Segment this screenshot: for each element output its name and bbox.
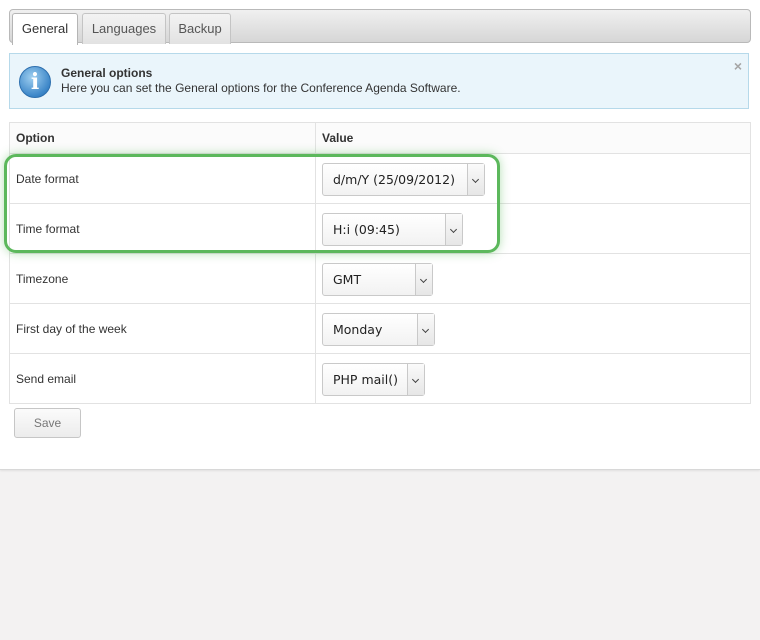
chevron-down-icon[interactable] xyxy=(445,214,462,245)
select-value: Monday xyxy=(333,322,383,337)
info-text: Here you can set the General options for… xyxy=(61,81,461,95)
time-format-select[interactable]: H:i (09:45) xyxy=(322,213,463,246)
option-label: Date format xyxy=(16,171,79,186)
info-title: General options xyxy=(61,66,153,80)
send-email-select[interactable]: PHP mail() xyxy=(322,363,425,396)
info-notification: i General options Here you can set the G… xyxy=(9,53,749,109)
timezone-select[interactable]: GMT xyxy=(322,263,433,296)
option-label: Send email xyxy=(16,371,77,386)
option-label: Timezone xyxy=(16,271,69,286)
tab-bar: General Languages Backup xyxy=(9,9,751,45)
select-value: H:i (09:45) xyxy=(333,222,400,237)
tab-general[interactable]: General xyxy=(12,13,78,45)
chevron-down-icon[interactable] xyxy=(407,364,424,395)
table-row-timezone: Timezone GMT xyxy=(9,254,751,304)
table-row-first-day: First day of the week Monday xyxy=(9,304,751,354)
column-divider xyxy=(315,254,316,303)
column-divider xyxy=(315,354,316,403)
chevron-down-icon[interactable] xyxy=(417,314,434,345)
select-value: GMT xyxy=(333,272,362,287)
table-row-send-email: Send email PHP mail() xyxy=(9,354,751,404)
first-day-select[interactable]: Monday xyxy=(322,313,435,346)
table-row-time-format: Time format H:i (09:45) xyxy=(9,204,751,254)
save-button[interactable]: Save xyxy=(14,408,81,438)
date-format-select[interactable]: d/m/Y (25/09/2012) xyxy=(322,163,485,196)
column-header-value: Value xyxy=(322,131,354,145)
table-header: Option Value xyxy=(9,123,751,154)
select-value: d/m/Y (25/09/2012) xyxy=(333,172,455,187)
select-value: PHP mail() xyxy=(333,372,398,387)
column-header-option: Option xyxy=(16,131,55,145)
close-icon[interactable]: × xyxy=(734,58,742,74)
tab-backup[interactable]: Backup xyxy=(169,13,231,44)
chevron-down-icon[interactable] xyxy=(415,264,432,295)
options-table: Option Value Date format d/m/Y (25/09/20… xyxy=(9,122,751,404)
option-label: Time format xyxy=(16,221,80,236)
table-row-date-format: Date format d/m/Y (25/09/2012) xyxy=(9,154,751,204)
column-divider xyxy=(315,154,316,203)
column-divider xyxy=(315,123,316,153)
column-divider xyxy=(315,204,316,253)
settings-panel: General Languages Backup i General optio… xyxy=(0,0,760,470)
column-divider xyxy=(315,304,316,353)
chevron-down-icon[interactable] xyxy=(467,164,484,195)
option-label: First day of the week xyxy=(16,321,127,336)
tab-languages[interactable]: Languages xyxy=(82,13,166,44)
info-icon: i xyxy=(19,66,51,98)
